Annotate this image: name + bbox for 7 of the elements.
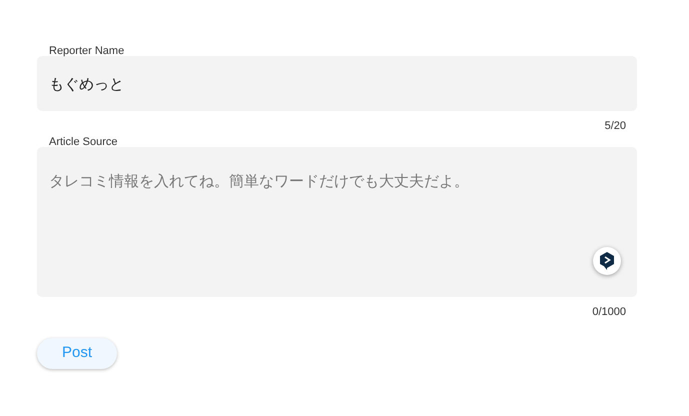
character-counter: 5/20 <box>604 120 626 133</box>
character-counter: 0/1000 <box>592 306 626 319</box>
chat-icon <box>599 252 615 270</box>
input-field[interactable]: もぐめっと <box>37 56 637 111</box>
text-area[interactable]: タレコミ情報を入れてね。簡単なワードだけでも大丈夫だよ。 <box>37 147 637 297</box>
field-label: Article Source <box>48 136 118 149</box>
field-label: Reporter Name <box>48 45 126 58</box>
